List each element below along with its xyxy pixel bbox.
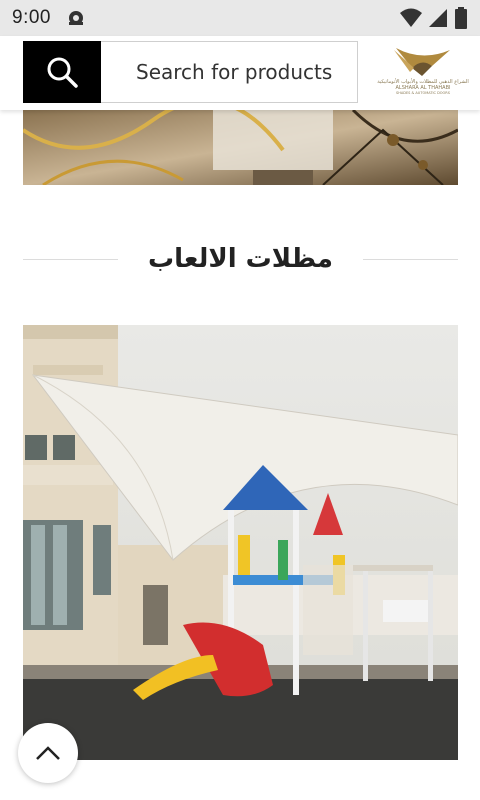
section-heading: مظلات الالعاب [23, 236, 459, 282]
chevron-up-icon [36, 746, 60, 760]
product-image-previous[interactable] [23, 110, 458, 185]
section-title: مظلات الالعاب [148, 244, 333, 274]
notification-icon [68, 11, 83, 25]
logo-mark-icon [394, 48, 450, 76]
signal-icon [429, 9, 447, 27]
brand-logo[interactable]: الشراع الذهبي للمظلات والأبواب الأتوماتي… [377, 44, 469, 102]
site-header: الشراع الذهبي للمظلات والأبواب الأتوماتي… [0, 36, 480, 110]
shade-structure-image [23, 110, 458, 185]
status-time: 9:00 [12, 7, 51, 28]
scroll-to-top-button[interactable] [18, 723, 78, 783]
battery-icon [455, 7, 467, 29]
heading-divider-left [23, 258, 119, 260]
search-icon [47, 57, 78, 88]
status-bar: 9:00 [0, 0, 480, 36]
heading-divider-right [362, 258, 459, 260]
wifi-icon [400, 8, 422, 27]
playground-shade-photo [23, 325, 458, 760]
product-image-playground-shade[interactable] [23, 325, 458, 760]
search-button[interactable] [23, 41, 101, 103]
search-input[interactable] [101, 41, 358, 103]
logo-subtitle: SHADES & AUTOMATIC DOORS [396, 91, 450, 95]
status-icons [400, 7, 468, 29]
